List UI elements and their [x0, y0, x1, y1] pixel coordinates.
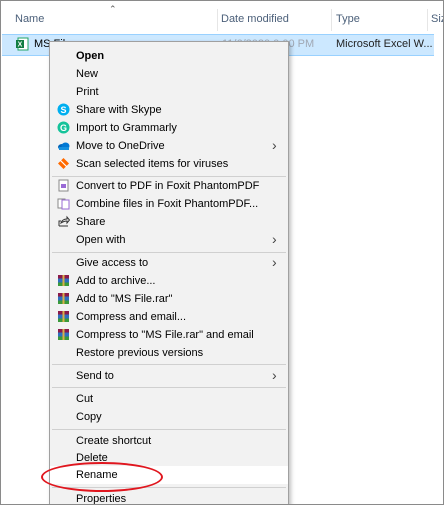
- submenu-chevron-icon: ›: [272, 367, 277, 383]
- antivirus-scan-icon: [58, 158, 69, 169]
- sort-ascending-icon: ⌃: [109, 4, 117, 14]
- menu-item-add-rar[interactable]: Add to "MS File.rar": [50, 290, 288, 308]
- menu-separator: [52, 364, 286, 365]
- column-header: ⌃ Name Date modified Type Siz: [1, 1, 443, 33]
- foxit-convert-icon: [58, 179, 69, 192]
- excel-file-icon: X: [16, 37, 29, 51]
- column-divider[interactable]: [331, 9, 332, 31]
- menu-item-copy[interactable]: Copy: [50, 408, 288, 426]
- menu-item-restore-versions[interactable]: Restore previous versions: [50, 344, 288, 362]
- menu-item-label: Scan selected items for viruses: [76, 158, 229, 170]
- column-date-modified[interactable]: Date modified: [221, 13, 289, 25]
- menu-item-label: Send to: [76, 370, 114, 382]
- menu-item-label: Copy: [76, 411, 102, 423]
- skype-icon: S: [57, 103, 70, 116]
- menu-item-compress-rar-email[interactable]: Compress to "MS File.rar" and email: [50, 326, 288, 344]
- menu-item-label: Restore previous versions: [76, 347, 204, 359]
- menu-item-label: Cut: [76, 393, 94, 405]
- winrar-icon: [58, 275, 69, 286]
- svg-text:S: S: [60, 105, 66, 115]
- menu-item-label: Give access to: [76, 257, 149, 269]
- submenu-chevron-icon: ›: [272, 231, 277, 247]
- menu-item-properties[interactable]: Properties: [50, 490, 288, 505]
- rename-highlight-annotation: [41, 462, 163, 492]
- svg-text:X: X: [18, 42, 23, 49]
- file-type: Microsoft Excel W...: [336, 38, 433, 50]
- menu-item-label: Combine files in Foxit PhantomPDF...: [76, 198, 259, 210]
- submenu-chevron-icon: ›: [272, 254, 277, 270]
- menu-item-share[interactable]: Share: [50, 213, 288, 231]
- menu-item-label: Compress and email...: [76, 311, 187, 323]
- onedrive-cloud-icon: [58, 142, 70, 150]
- foxit-combine-icon: [57, 198, 70, 210]
- menu-separator: [52, 387, 286, 388]
- menu-item-label: New: [76, 68, 99, 80]
- svg-text:G: G: [60, 123, 67, 133]
- column-type[interactable]: Type: [336, 13, 360, 25]
- menu-item-label: Print: [76, 86, 99, 98]
- menu-item-label: Add to archive...: [76, 275, 156, 287]
- column-divider[interactable]: [217, 9, 218, 31]
- explorer-window: ⌃ Name Date modified Type Siz X MS File …: [0, 0, 444, 505]
- menu-item-add-archive[interactable]: Add to archive...: [50, 272, 288, 290]
- menu-item-label: Properties: [76, 493, 127, 505]
- menu-item-label: Open: [76, 50, 105, 62]
- column-divider[interactable]: [427, 9, 428, 31]
- menu-item-label: Convert to PDF in Foxit PhantomPDF: [76, 180, 260, 192]
- menu-item-label: Compress to "MS File.rar" and email: [76, 329, 254, 341]
- menu-item-cut[interactable]: Cut: [50, 390, 288, 408]
- menu-item-open-with[interactable]: Open with ›: [50, 231, 288, 249]
- menu-separator: [52, 252, 286, 253]
- menu-item-label: Share: [76, 216, 106, 228]
- menu-item-label: Share with Skype: [76, 104, 162, 116]
- menu-item-give-access[interactable]: Give access to ›: [50, 254, 288, 272]
- menu-item-compress-email[interactable]: Compress and email...: [50, 308, 288, 326]
- menu-separator: [52, 429, 286, 430]
- column-name[interactable]: Name: [15, 13, 44, 25]
- grammarly-icon: G: [57, 121, 70, 134]
- menu-item-label: Add to "MS File.rar": [76, 293, 173, 305]
- menu-item-import-grammarly[interactable]: G Import to Grammarly: [50, 119, 288, 137]
- winrar-icon: [58, 329, 69, 340]
- menu-item-send-to[interactable]: Send to ›: [50, 367, 288, 385]
- menu-item-print[interactable]: Print: [50, 83, 288, 101]
- menu-item-open[interactable]: Open: [50, 47, 288, 65]
- menu-item-move-onedrive[interactable]: Move to OneDrive ›: [50, 137, 288, 155]
- menu-item-label: Move to OneDrive: [76, 140, 165, 152]
- submenu-chevron-icon: ›: [272, 137, 277, 153]
- share-icon: [58, 215, 70, 227]
- menu-item-new[interactable]: New: [50, 65, 288, 83]
- menu-item-create-shortcut[interactable]: Create shortcut: [50, 432, 288, 450]
- menu-item-label: Create shortcut: [76, 435, 152, 447]
- column-size[interactable]: Siz: [431, 13, 443, 25]
- winrar-icon: [58, 311, 69, 322]
- menu-item-share-skype[interactable]: S Share with Skype: [50, 101, 288, 119]
- menu-item-combine-files[interactable]: Combine files in Foxit PhantomPDF...: [50, 195, 288, 213]
- menu-item-convert-pdf[interactable]: Convert to PDF in Foxit PhantomPDF: [50, 177, 288, 195]
- menu-item-label: Import to Grammarly: [76, 122, 177, 134]
- menu-item-label: Open with: [76, 234, 126, 246]
- menu-item-scan-viruses[interactable]: Scan selected items for viruses: [50, 155, 288, 173]
- winrar-icon: [58, 293, 69, 304]
- context-menu: Open New Print S Share with Skype G Impo…: [49, 41, 289, 505]
